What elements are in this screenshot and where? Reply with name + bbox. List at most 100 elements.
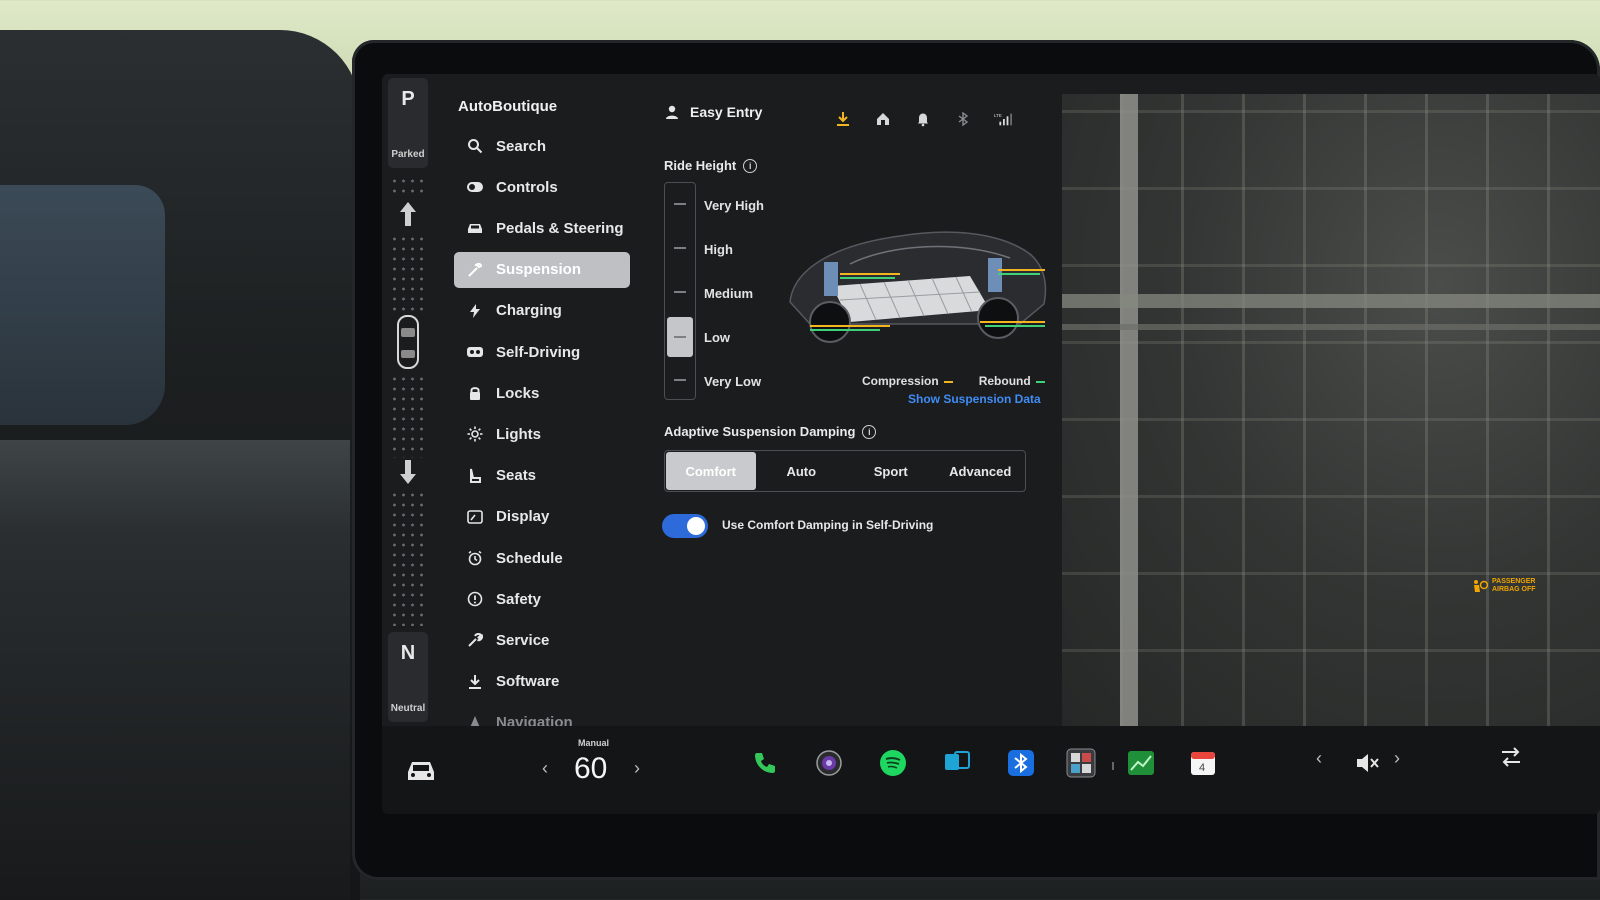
- car-icon: [466, 219, 484, 237]
- ride-height-very-high[interactable]: Very High: [704, 198, 764, 213]
- ride-height-medium[interactable]: Medium: [704, 286, 753, 301]
- menu-item-pedals-steering[interactable]: Pedals & Steering: [454, 210, 630, 246]
- toggle-icon: [466, 178, 484, 196]
- menu-item-locks[interactable]: Locks: [454, 375, 630, 411]
- damping-comfort-button[interactable]: Comfort: [666, 452, 756, 490]
- map-road: [1062, 294, 1600, 308]
- gear-park[interactable]: P Parked: [388, 78, 428, 168]
- damping-selector: Comfort Auto Sport Advanced: [664, 450, 1026, 492]
- gear-label: Parked: [391, 149, 425, 160]
- download-icon[interactable]: [834, 110, 852, 128]
- info-icon[interactable]: i: [862, 424, 877, 439]
- gear-selector[interactable]: P Parked N Neutral: [382, 74, 442, 734]
- menu-item-software[interactable]: Software: [454, 664, 630, 700]
- airbag-icon: [1474, 580, 1488, 592]
- games-icon[interactable]: [1064, 746, 1098, 780]
- camera-icon[interactable]: [812, 746, 846, 780]
- ride-height-knob[interactable]: [667, 317, 693, 357]
- arrow-down-icon: [400, 460, 416, 484]
- menu-item-schedule[interactable]: Schedule: [454, 540, 630, 576]
- menu-item-seats[interactable]: Seats: [454, 458, 630, 494]
- menu-item-label: Safety: [496, 590, 542, 608]
- brand-title: AutoBoutique: [458, 98, 558, 115]
- menu-item-safety[interactable]: Safety: [454, 581, 630, 617]
- menu-item-label: Schedule: [496, 549, 563, 567]
- calendar-icon[interactable]: 4: [1186, 746, 1220, 780]
- chevron-right-icon[interactable]: ›: [634, 758, 640, 779]
- seat-icon: [466, 467, 484, 485]
- show-suspension-data-link[interactable]: Show Suspension Data: [908, 392, 1041, 406]
- comfort-damping-toggle[interactable]: [662, 514, 708, 538]
- ride-height-very-low[interactable]: Very Low: [704, 374, 761, 389]
- chevron-right-icon[interactable]: ›: [1394, 748, 1400, 769]
- phone-icon[interactable]: [748, 746, 782, 780]
- gear-dots: [390, 176, 426, 198]
- menu-item-label: Display: [496, 508, 550, 526]
- swap-icon[interactable]: [1498, 742, 1524, 772]
- damping-title: Adaptive Suspension Damping i: [664, 424, 877, 439]
- home-icon[interactable]: [874, 110, 892, 128]
- status-icons: LTE: [834, 110, 1012, 128]
- ride-height-low[interactable]: Low: [704, 330, 730, 345]
- car-icon[interactable]: [404, 754, 438, 784]
- damping-auto-button[interactable]: Auto: [757, 451, 847, 491]
- suspension-car-illustration: [789, 231, 1047, 343]
- menu-item-service[interactable]: Service: [454, 622, 630, 658]
- display-icon: [466, 508, 484, 526]
- dock-divider: [1112, 762, 1114, 770]
- gear-neutral[interactable]: N Neutral: [388, 632, 428, 722]
- map-road: [1120, 94, 1138, 726]
- menu-item-controls[interactable]: Controls: [454, 169, 630, 205]
- bluetooth-icon[interactable]: [1004, 746, 1038, 780]
- info-icon[interactable]: i: [743, 158, 758, 173]
- chevron-left-icon[interactable]: ‹: [1316, 748, 1322, 769]
- settings-menu: AutoBoutique Search Controls Pedals & Stee…: [452, 74, 642, 734]
- menu-item-label: Service: [496, 631, 550, 649]
- satellite-map[interactable]: PASSENGER AIRBAG OFF: [1062, 94, 1600, 726]
- toybox-icon[interactable]: [940, 746, 974, 780]
- gear-letter: N: [400, 642, 416, 664]
- alert-icon: [466, 590, 484, 608]
- touchscreen: P Parked N Neutral AutoBoutique Search Co…: [382, 74, 1600, 814]
- chevron-left-icon[interactable]: ‹: [542, 758, 548, 779]
- menu-item-display[interactable]: Display: [454, 499, 630, 535]
- lte-signal-icon: LTE: [994, 110, 1012, 128]
- comfort-damping-label: Use Comfort Damping in Self-Driving: [722, 518, 934, 532]
- damping-sport-button[interactable]: Sport: [846, 451, 936, 491]
- calendar-day: 4: [1199, 762, 1205, 774]
- stocks-icon[interactable]: [1124, 746, 1158, 780]
- airbag-text: PASSENGER AIRBAG OFF: [1492, 578, 1536, 593]
- sun-icon: [466, 425, 484, 443]
- bluetooth-icon[interactable]: [954, 110, 972, 128]
- menu-item-self-driving[interactable]: Self-Driving: [454, 334, 630, 370]
- ride-height-high[interactable]: High: [704, 242, 733, 257]
- svg-text:LTE: LTE: [994, 113, 1002, 118]
- search-icon: [466, 137, 484, 155]
- speed-mode: Manual: [578, 738, 610, 748]
- menu-item-suspension[interactable]: Suspension: [454, 251, 630, 288]
- menu-item-label: Software: [496, 673, 560, 691]
- menu-item-charging[interactable]: Charging: [454, 293, 630, 329]
- clock-icon: [466, 549, 484, 567]
- volume-muted-icon[interactable]: [1354, 750, 1380, 776]
- rebound-swatch: [1035, 380, 1045, 383]
- spotify-icon[interactable]: [876, 746, 910, 780]
- speed-value: 60: [574, 752, 608, 785]
- menu-item-label: Suspension: [496, 261, 582, 279]
- menu-item-search[interactable]: Search: [454, 128, 630, 164]
- menu-item-label: Lights: [496, 425, 541, 443]
- bolt-icon: [466, 302, 484, 320]
- bell-icon[interactable]: [914, 110, 932, 128]
- menu-item-label: Locks: [496, 384, 540, 402]
- gear-dots: [390, 490, 426, 626]
- ride-height-slider[interactable]: [664, 182, 696, 400]
- menu-item-lights[interactable]: Lights: [454, 416, 630, 452]
- tick: [674, 203, 686, 205]
- lock-icon: [466, 384, 484, 402]
- gear-dots: [390, 234, 426, 312]
- damping-advanced-button[interactable]: Advanced: [936, 451, 1026, 491]
- instrument-cluster: [0, 185, 165, 425]
- gear-dots: [390, 374, 426, 458]
- profile-button[interactable]: Easy Entry: [664, 104, 762, 120]
- menu-item-label: Controls: [496, 178, 558, 196]
